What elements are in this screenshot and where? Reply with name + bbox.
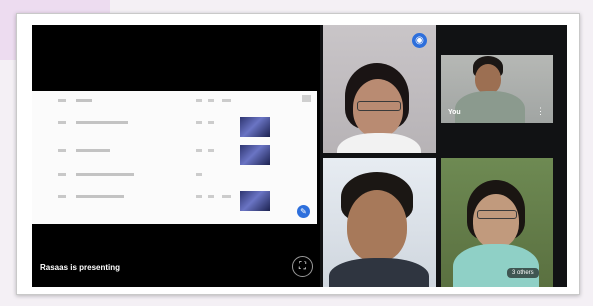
doc-row xyxy=(32,117,302,137)
self-view-tile[interactable]: You ⋮ xyxy=(441,55,553,123)
participant-tile[interactable]: ◉ xyxy=(323,25,436,153)
doc-row xyxy=(32,169,302,183)
pin-icon[interactable]: ◉ xyxy=(412,33,427,48)
video-thumbnail xyxy=(240,191,270,211)
doc-row xyxy=(32,145,302,165)
meeting-window: ✎ Rasaas is presenting ⛶ ◉ You ⋮ 3 other… xyxy=(32,25,567,287)
fullscreen-icon[interactable]: ⛶ xyxy=(292,256,313,277)
participant-tile[interactable]: 3 others xyxy=(441,158,553,287)
scrollbar-handle[interactable] xyxy=(302,95,311,102)
video-thumbnail xyxy=(240,117,270,137)
participant-tile[interactable] xyxy=(323,158,436,287)
self-label: You xyxy=(448,109,461,116)
edit-icon[interactable]: ✎ xyxy=(297,205,310,218)
others-count-badge[interactable]: 3 others xyxy=(507,268,539,278)
shared-document: ✎ xyxy=(32,91,317,224)
doc-row xyxy=(32,95,302,109)
presentation-area[interactable]: ✎ Rasaas is presenting ⛶ xyxy=(32,25,320,287)
presenting-label: Rasaas is presenting xyxy=(40,263,121,272)
doc-row xyxy=(32,191,302,211)
video-thumbnail xyxy=(240,145,270,165)
more-icon[interactable]: ⋮ xyxy=(536,106,545,117)
